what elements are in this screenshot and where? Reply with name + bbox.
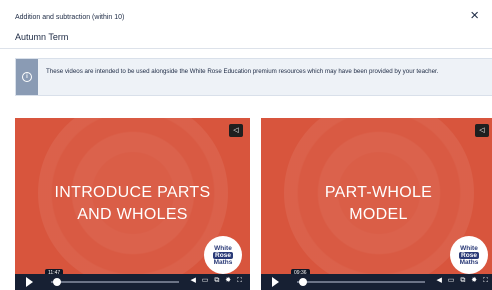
video-modal: Addition and subtraction (within 10) × A… xyxy=(0,0,492,290)
info-icon: i xyxy=(16,59,38,95)
logo-text: Rose xyxy=(213,251,233,259)
share-icon[interactable]: ◁ xyxy=(229,124,243,137)
notice-banner: i These videos are intended to be used a… xyxy=(15,58,492,96)
term-title: Autumn Term xyxy=(15,32,69,42)
notice-text: These videos are intended to be used alo… xyxy=(46,68,439,75)
scrubber-handle[interactable] xyxy=(53,278,61,286)
close-icon[interactable]: × xyxy=(470,8,479,23)
logo-text: Maths xyxy=(459,258,479,266)
play-icon[interactable] xyxy=(272,277,279,287)
logo-text: Rose xyxy=(459,251,479,259)
white-rose-maths-logo: White Rose Maths xyxy=(204,236,242,274)
player-controls-icons[interactable]: ◀ ▭ ⧉ ✸ ⛶ xyxy=(190,276,244,285)
video-title: INTRODUCE PARTS AND WHOLES xyxy=(15,182,250,226)
logo-text: Maths xyxy=(213,258,233,266)
player-controls-icons[interactable]: ◀ ▭ ⧉ ✸ ⛶ xyxy=(436,276,490,285)
video-title-line: INTRODUCE PARTS xyxy=(54,184,211,201)
video-player[interactable]: ◁ INTRODUCE PARTS AND WHOLES White Rose … xyxy=(15,118,250,290)
play-icon[interactable] xyxy=(26,277,33,287)
share-icon[interactable]: ◁ xyxy=(475,124,489,137)
video-title-line: PART-WHOLE xyxy=(324,184,433,201)
divider xyxy=(0,48,492,49)
progress-track[interactable] xyxy=(297,281,425,283)
logo-text: White xyxy=(460,244,478,252)
logo-text: White xyxy=(214,244,232,252)
progress-track[interactable] xyxy=(51,281,179,283)
video-controls: ◀ ▭ ⧉ ✸ ⛶ xyxy=(15,274,250,290)
breadcrumb: Addition and subtraction (within 10) xyxy=(15,14,125,21)
video-title-line: AND WHOLES xyxy=(77,206,188,223)
video-player[interactable]: ◁ PART-WHOLE MODEL White Rose Maths 09:3… xyxy=(261,118,492,290)
video-title: PART-WHOLE MODEL xyxy=(261,182,492,226)
video-title-line: MODEL xyxy=(349,206,408,223)
white-rose-maths-logo: White Rose Maths xyxy=(450,236,488,274)
scrubber-handle[interactable] xyxy=(299,278,307,286)
video-controls: ◀ ▭ ⧉ ✸ ⛶ xyxy=(261,274,492,290)
